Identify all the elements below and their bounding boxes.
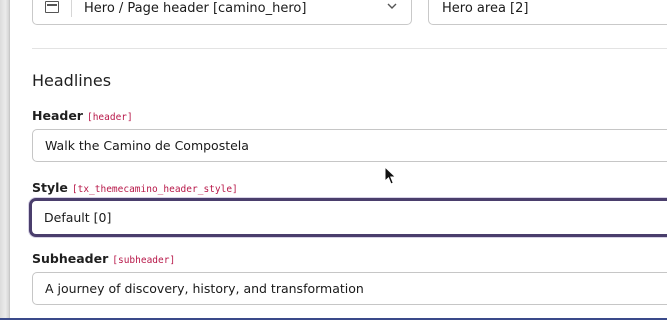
content-type-select[interactable]: Hero / Page header [camino_hero] xyxy=(32,0,412,25)
column-position-select[interactable]: Hero area [2] xyxy=(428,0,667,25)
subheader-field-name: [subheader] xyxy=(112,255,176,266)
subheader-field-label: Subheader [subheader] xyxy=(32,251,175,266)
column-position-value: Hero area [2] xyxy=(442,1,529,16)
style-label-text: Style xyxy=(32,180,68,195)
content-element-icon xyxy=(45,1,59,13)
window-edge xyxy=(0,0,10,320)
subheader-label-text: Subheader xyxy=(32,251,109,266)
style-field-label: Style [tx_themecamino_header_style] xyxy=(32,180,238,195)
select-icon-divider xyxy=(71,0,72,17)
header-field-label: Header [header] xyxy=(32,108,133,123)
section-divider xyxy=(32,48,667,49)
content-type-value: Hero / Page header [camino_hero] xyxy=(84,1,307,16)
mouse-cursor-icon xyxy=(384,166,397,185)
section-title: Headlines xyxy=(32,71,112,90)
header-label-text: Header xyxy=(32,108,83,123)
header-input[interactable]: Walk the Camino de Compostela xyxy=(32,129,667,162)
chevron-down-icon xyxy=(387,3,397,9)
style-field-name: [tx_themecamino_header_style] xyxy=(71,184,238,195)
header-style-select[interactable]: Default [0] xyxy=(29,198,667,237)
subheader-input[interactable]: A journey of discovery, history, and tra… xyxy=(32,272,667,305)
header-field-name: [header] xyxy=(86,112,133,123)
